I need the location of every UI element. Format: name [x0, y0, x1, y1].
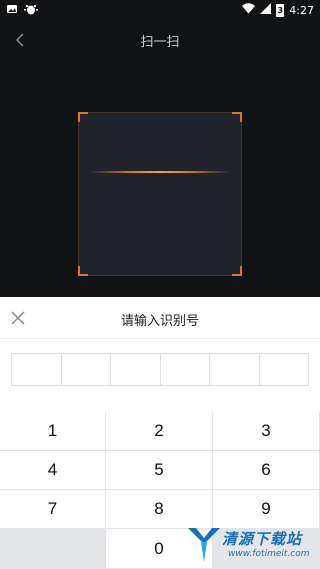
sheet-header: 请输入识别号	[0, 297, 320, 339]
wifi-icon	[242, 3, 256, 18]
camera-preview	[0, 60, 320, 297]
key-1[interactable]: 1	[0, 412, 106, 451]
status-bar: 3 4:27	[0, 0, 320, 20]
key-2[interactable]: 2	[106, 412, 213, 451]
watermark-text: 清源下载站	[222, 530, 303, 548]
watermark-url: www.fotimeit.com	[228, 549, 310, 559]
scan-line	[89, 171, 231, 173]
code-digit-5[interactable]	[210, 354, 260, 385]
scan-corner-bottom-right	[232, 266, 242, 276]
scan-frame	[78, 112, 242, 276]
code-input[interactable]	[11, 353, 309, 386]
signal-icon	[260, 3, 272, 18]
key-blank-left	[0, 529, 106, 568]
scan-corner-top-left	[78, 112, 88, 122]
code-digit-3[interactable]	[111, 354, 161, 385]
status-right: 3 4:27	[242, 3, 314, 18]
image-notification-icon	[6, 3, 18, 18]
code-digit-4[interactable]	[161, 354, 210, 385]
watermark: 清源下载站 www.fotimeit.com	[186, 524, 314, 566]
code-digit-2[interactable]	[62, 354, 111, 385]
code-digit-1[interactable]	[12, 354, 62, 385]
status-time: 4:27	[289, 3, 314, 17]
title-bar: 扫一扫	[0, 20, 320, 60]
page-title: 扫一扫	[140, 35, 180, 50]
key-4[interactable]: 4	[0, 451, 106, 490]
code-input-sheet: 请输入识别号	[0, 297, 320, 412]
key-3[interactable]: 3	[213, 412, 320, 451]
status-left	[6, 3, 38, 18]
sheet-title: 请输入识别号	[120, 314, 199, 329]
key-5[interactable]: 5	[106, 451, 213, 490]
bug-notification-icon	[24, 3, 38, 18]
key-6[interactable]: 6	[213, 451, 320, 490]
key-7[interactable]: 7	[0, 490, 106, 529]
scan-corner-top-right	[232, 112, 242, 122]
watermark-logo-icon	[188, 528, 220, 562]
battery-badge: 3	[277, 6, 284, 15]
battery-icon: 3	[276, 4, 285, 17]
code-digit-6[interactable]	[260, 354, 309, 385]
scan-corner-bottom-left	[78, 266, 88, 276]
